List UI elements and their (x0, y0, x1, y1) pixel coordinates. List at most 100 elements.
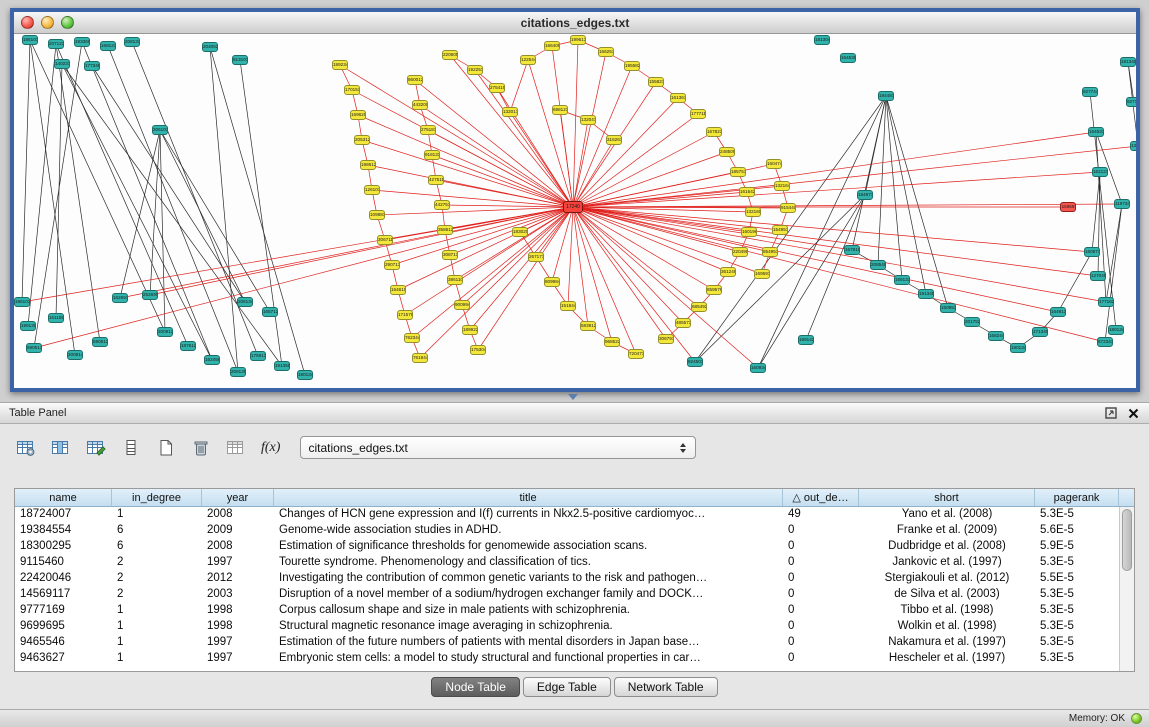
table-cell[interactable]: 1 (112, 635, 202, 651)
graph-node[interactable]: 81310744 (232, 55, 248, 65)
minimize-window-button[interactable] (41, 16, 54, 29)
graph-node[interactable]: 86001273 (407, 75, 423, 85)
delete-table-icon[interactable] (187, 435, 214, 460)
graph-node[interactable]: 16959712 (754, 269, 770, 279)
graph-node[interactable]: 18610344 (22, 35, 38, 45)
graph-node[interactable]: 85957944 (706, 285, 722, 295)
table-cell[interactable]: Estimation of the future numbers of pati… (274, 635, 783, 651)
graph-node[interactable]: 16461045 (390, 285, 406, 295)
graph-node[interactable]: 38611021 (447, 275, 463, 285)
graph-node[interactable]: 19961370 (570, 35, 586, 45)
graph-node[interactable]: 13216412 (774, 181, 790, 191)
table-cell[interactable]: 1 (112, 507, 202, 523)
graph-node[interactable]: 15495754 (772, 225, 788, 235)
graph-node[interactable]: 16269155 (112, 293, 128, 303)
table-row[interactable]: 1872400712008Changes of HCN gene express… (15, 507, 1134, 523)
table-cell[interactable]: 2008 (202, 539, 274, 555)
table-cell[interactable]: Corpus callosum shape and size in male p… (274, 603, 783, 619)
table-cell[interactable]: 18724007 (15, 507, 112, 523)
table-cell[interactable]: Changes of HCN gene expression and I(f) … (274, 507, 783, 523)
graph-node[interactable]: 72047114 (628, 349, 644, 359)
table-cell[interactable]: 0 (783, 651, 859, 667)
table-selector-dropdown[interactable]: citations_edges.txt (300, 436, 696, 459)
graph-node[interactable]: 17015301 (344, 85, 360, 95)
table-cell[interactable]: 5.6E-5 (1035, 523, 1119, 539)
table-cell[interactable]: 2012 (202, 571, 274, 587)
table-cell[interactable]: 0 (783, 635, 859, 651)
table-cell[interactable]: 0 (783, 571, 859, 587)
column-header-pagerank[interactable]: pagerank (1035, 489, 1119, 506)
graph-node[interactable]: 16093488 (750, 363, 766, 373)
table-cell[interactable]: 5.3E-5 (1035, 619, 1119, 635)
table-cell[interactable]: Jankovic et al. (1997) (859, 555, 1035, 571)
graph-node[interactable]: 76194411 (412, 353, 428, 363)
graph-node[interactable]: 26717133 (528, 252, 544, 262)
graph-node[interactable]: 16164237 (739, 187, 755, 197)
table-cell[interactable]: 1997 (202, 651, 274, 667)
graph-node[interactable]: 91813302 (424, 150, 440, 160)
column-header-year[interactable]: year (202, 489, 274, 506)
graph-node[interactable]: 18134099 (1120, 57, 1136, 67)
graph-node[interactable]: 19558211 (624, 61, 640, 71)
table-cell[interactable]: 14569117 (15, 587, 112, 603)
table-cell[interactable]: 5.3E-5 (1035, 635, 1119, 651)
graph-node[interactable]: 16047427 (766, 159, 782, 169)
graph-node[interactable]: 19336921 (74, 37, 90, 47)
table-cell[interactable]: 18300295 (15, 539, 112, 555)
graph-node[interactable]: 20610355 (152, 125, 168, 135)
graph-node[interactable]: 16782311 (706, 127, 722, 137)
table-cell[interactable]: Estimation of significance thresholds fo… (274, 539, 783, 555)
graph-node[interactable]: 16791917 (844, 245, 860, 255)
graph-node[interactable]: 16115544 (48, 313, 64, 323)
graph-node[interactable]: 20405221 (202, 42, 218, 52)
graph-node[interactable]: 20175234 (964, 317, 980, 327)
graph-node[interactable]: 18302022 (512, 227, 528, 237)
graph-node[interactable]: 20531223 (354, 135, 370, 145)
graph-node[interactable]: 11973409 (1114, 199, 1130, 209)
column-header-name[interactable]: name (15, 489, 112, 506)
table-row[interactable]: 1938455462009Genome-wide association stu… (15, 523, 1134, 539)
graph-node[interactable]: 16912308 (100, 41, 116, 51)
graph-node[interactable]: 17134523 (1032, 327, 1048, 337)
graph-node[interactable]: 18013467 (297, 370, 313, 380)
graph-node[interactable]: 17716234 (1098, 297, 1114, 307)
column-header-in_degree[interactable]: in_degree (112, 489, 202, 506)
table-cell[interactable]: 22420046 (15, 571, 112, 587)
graph-node[interactable]: 91544097 (780, 203, 796, 213)
graph-node[interactable]: 20091455 (67, 350, 83, 360)
graph-node[interactable]: 48557312 (675, 318, 691, 328)
table-cell[interactable]: 0 (783, 555, 859, 571)
graph-node[interactable]: 19225133 (467, 65, 483, 75)
table-cell[interactable]: 5.5E-5 (1035, 571, 1119, 587)
graph-node[interactable]: 30679117 (658, 334, 674, 344)
tab-node-table[interactable]: Node Table (431, 677, 520, 697)
graph-node[interactable]: 35861202 (437, 225, 453, 235)
graph-node[interactable]: 16914251 (798, 335, 814, 345)
function-builder-button[interactable]: f(x) (257, 440, 284, 456)
graph-node[interactable]: 16136112 (670, 93, 686, 103)
table-cell[interactable]: Tourette syndrome. Phenomenology and cla… (274, 555, 783, 571)
graph-node[interactable]: 18575105 (730, 167, 746, 177)
table-cell[interactable]: 0 (783, 523, 859, 539)
graph-node[interactable]: 30871334 (442, 250, 458, 260)
table-row[interactable]: 977716911998Corpus callosum shape and si… (15, 603, 1134, 619)
graph-node[interactable]: 22049917 (732, 247, 748, 257)
graph-node[interactable]: 20913571 (230, 367, 246, 377)
table-cell[interactable]: 6 (112, 539, 202, 555)
graph-node[interactable]: 30671133 (377, 235, 393, 245)
graph-node[interactable]: 20712351 (48, 39, 64, 49)
panel-collapse-handle[interactable] (568, 394, 578, 400)
graph-node[interactable]: 20854011 (870, 260, 886, 270)
graph-node[interactable]: 27541904 (489, 83, 505, 93)
graph-node-highlighted[interactable]: 15958 (1060, 202, 1076, 212)
graph-node[interactable]: 17734801 (84, 61, 100, 71)
table-cell[interactable]: 9463627 (15, 651, 112, 667)
graph-node[interactable]: 19135523 (274, 361, 290, 371)
graph-node[interactable]: 13204711 (580, 115, 596, 125)
graph-node[interactable]: 16019627 (741, 227, 757, 237)
table-cell[interactable]: 9777169 (15, 603, 112, 619)
column-header-title[interactable]: title (274, 489, 783, 506)
tab-edge-table[interactable]: Edge Table (523, 677, 611, 697)
close-window-button[interactable] (21, 16, 34, 29)
close-panel-icon[interactable] (1127, 407, 1140, 420)
